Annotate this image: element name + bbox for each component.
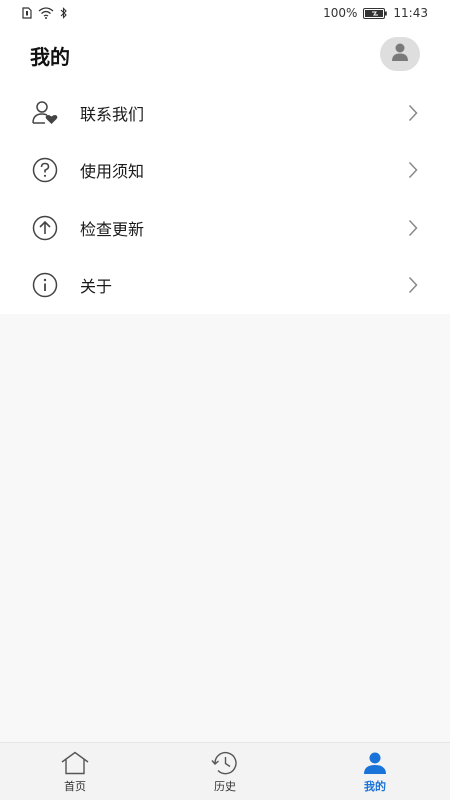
menu-item-check-update[interactable]: 检查更新 — [0, 199, 450, 257]
bluetooth-icon — [60, 7, 68, 19]
tab-label: 历史 — [214, 779, 236, 793]
battery-percent: 100% — [323, 6, 358, 20]
chevron-right-icon — [406, 275, 420, 295]
clock-time: 11:43 — [393, 6, 428, 20]
menu-item-label: 使用须知 — [80, 162, 145, 182]
menu-item-label: 检查更新 — [80, 219, 145, 239]
status-right: 100% 11:43 — [323, 6, 428, 20]
bottom-nav: 首页 历史 我的 — [0, 742, 450, 800]
menu-item-about[interactable]: 关于 — [0, 257, 450, 315]
wifi-icon — [38, 7, 54, 19]
battery-icon — [363, 7, 388, 19]
clock-icon — [210, 750, 240, 776]
status-left — [22, 7, 68, 19]
tab-label: 我的 — [364, 779, 386, 793]
status-bar: 100% 11:43 — [0, 0, 450, 26]
tab-home[interactable]: 首页 — [0, 743, 150, 800]
tab-mine[interactable]: 我的 — [300, 743, 450, 800]
menu-item-contact[interactable]: 联系我们 — [0, 84, 450, 142]
question-icon — [30, 155, 60, 185]
person-icon — [362, 750, 388, 776]
menu-list: 联系我们 使用须知 检查更新 关于 — [0, 84, 450, 314]
sim-card-icon — [22, 7, 32, 19]
menu-item-usage-notice[interactable]: 使用须知 — [0, 142, 450, 200]
header: 我的 — [0, 26, 450, 84]
avatar-person-icon — [390, 42, 410, 66]
home-icon — [60, 750, 90, 776]
chevron-right-icon — [406, 103, 420, 123]
tab-history[interactable]: 历史 — [150, 743, 300, 800]
menu-item-label: 联系我们 — [80, 104, 145, 124]
contact-heart-icon — [30, 98, 60, 128]
tab-label: 首页 — [64, 779, 86, 793]
upload-arrow-icon — [30, 213, 60, 243]
avatar[interactable] — [380, 37, 420, 71]
chevron-right-icon — [406, 218, 420, 238]
profile-page: 我的 联系我们 使用须知 检查更新 关于 — [0, 26, 450, 314]
page-title: 我的 — [30, 44, 70, 69]
info-icon — [30, 270, 60, 300]
chevron-right-icon — [406, 160, 420, 180]
menu-item-label: 关于 — [80, 277, 113, 297]
